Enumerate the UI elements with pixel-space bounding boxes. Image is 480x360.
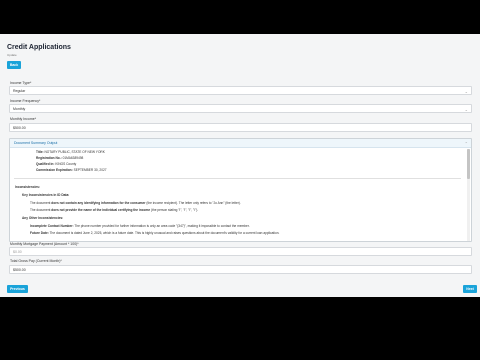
page-subtitle: Update — [7, 53, 17, 57]
mortgage-payment-label: Monthly Mortgage Payment (Amount * 100)* — [10, 242, 79, 246]
document-summary-header[interactable]: Document Summary Output ⌃ — [10, 139, 471, 148]
income-type-value: Regular — [13, 88, 26, 93]
divider — [14, 178, 461, 179]
summary-line: Commission Expiration: SEPTEMBER 30, 202… — [36, 168, 107, 172]
mortgage-payment-input[interactable]: $0.00 — [9, 247, 472, 256]
monthly-income-input[interactable]: $500.00 — [9, 123, 472, 132]
summary-line: Registration No.: 01MA6389498 — [36, 156, 84, 160]
list-item: The document does not provide the name o… — [30, 208, 199, 212]
summary-line: Qualified in: KINGS County — [36, 162, 77, 166]
list-item: Future Date: The document is dated June … — [30, 231, 280, 235]
total-gross-pay-input[interactable]: $500.00 — [9, 265, 472, 274]
panel-scrollbar[interactable] — [467, 149, 470, 241]
monthly-income-label: Monthly Income* — [10, 117, 37, 121]
list-item: The document does not contain any identi… — [30, 201, 241, 205]
key-inconsistencies-heading: Key Inconsistencies in ID Data: — [22, 193, 70, 197]
income-type-label: Income Type* — [10, 81, 32, 85]
monthly-income-value: $500.00 — [13, 125, 26, 130]
app-frame: Credit Applications Update Back Income T… — [0, 34, 480, 297]
document-summary-panel: Document Summary Output ⌃ Title: NOTARY … — [9, 138, 472, 242]
document-summary-body: Title: NOTARY PUBLIC, STATE OF NEW YORK … — [10, 148, 465, 241]
income-frequency-value: Monthly — [13, 106, 26, 111]
inconsistencies-heading: Inconsistencies: — [15, 185, 40, 189]
chevron-up-icon: ⌃ — [464, 141, 468, 146]
other-inconsistencies-heading: Any Other Inconsistencies: — [22, 216, 64, 220]
document-summary-title: Document Summary Output — [14, 141, 58, 145]
income-frequency-label: Income Frequency* — [10, 99, 41, 103]
chevron-down-icon: ⌄ — [464, 89, 468, 94]
income-type-select[interactable]: Regular ⌄ — [9, 86, 472, 95]
income-frequency-select[interactable]: Monthly ⌄ — [9, 104, 472, 113]
previous-button[interactable]: Previous — [7, 285, 28, 293]
mortgage-payment-value: $0.00 — [13, 249, 22, 254]
total-gross-pay-value: $500.00 — [13, 267, 26, 272]
total-gross-pay-label: Total Gross Pay (Current Month)* — [10, 259, 62, 263]
next-button[interactable]: Next — [463, 285, 477, 293]
summary-line: Title: NOTARY PUBLIC, STATE OF NEW YORK — [36, 150, 105, 154]
back-button[interactable]: Back — [7, 61, 21, 69]
page-title: Credit Applications — [7, 44, 71, 51]
scrollbar-thumb[interactable] — [467, 149, 470, 179]
list-item: Incomplete Contact Number: The phone num… — [30, 224, 250, 228]
chevron-down-icon: ⌄ — [464, 107, 468, 112]
